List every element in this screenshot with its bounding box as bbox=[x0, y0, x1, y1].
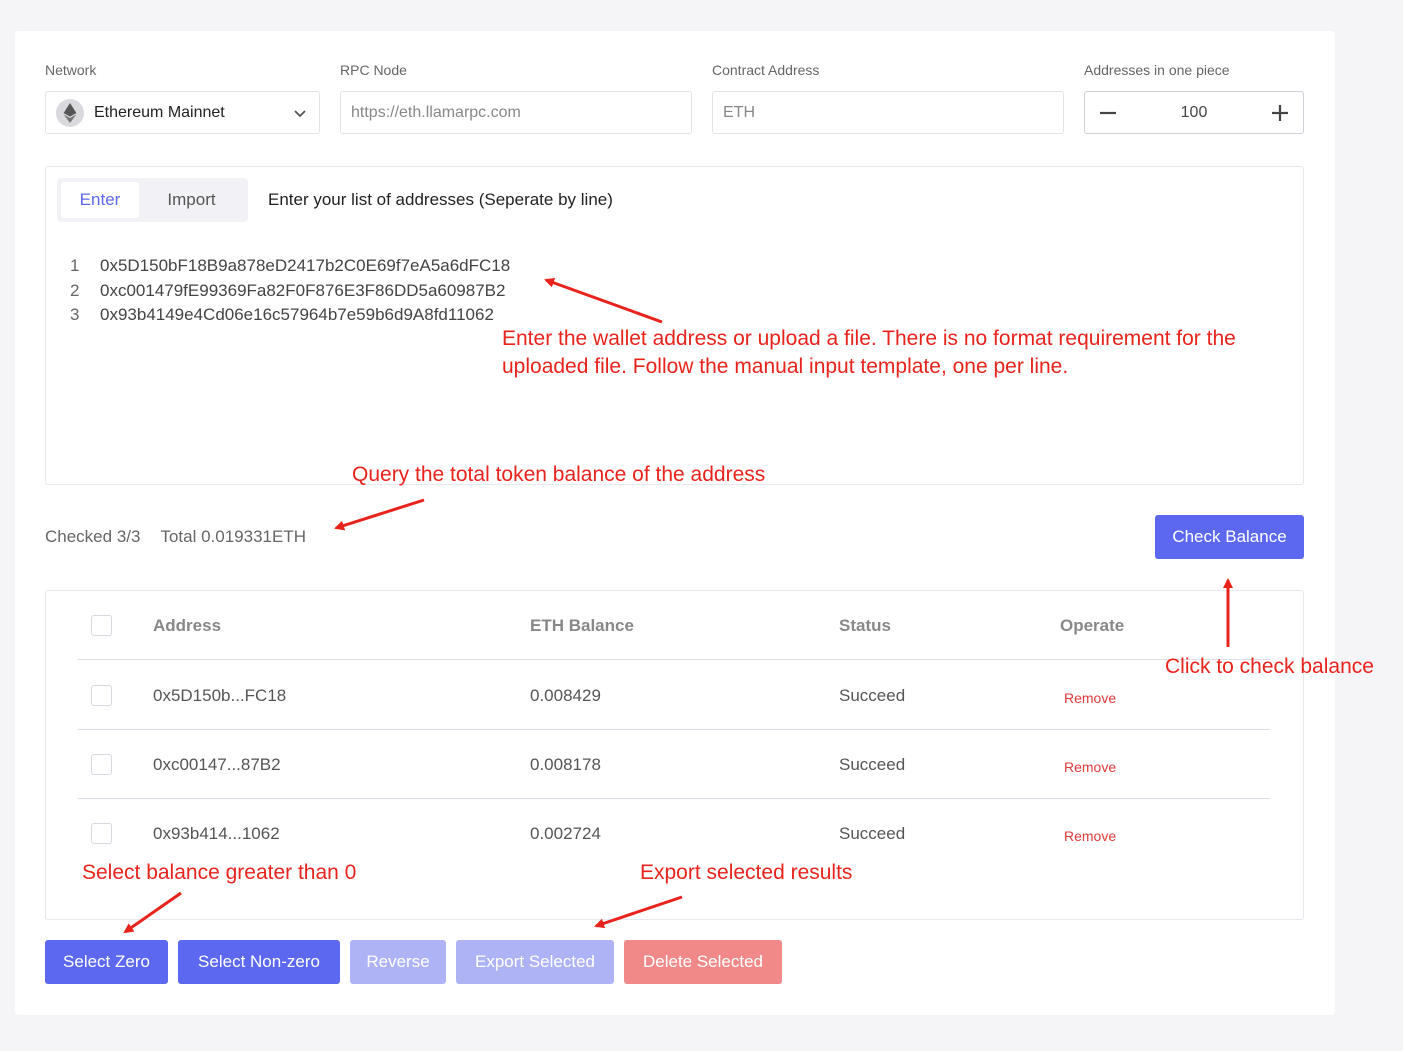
annotation-arrows bbox=[123, 278, 1233, 934]
arrow-icon bbox=[334, 498, 425, 531]
arrow-icon bbox=[594, 895, 683, 929]
arrow-icon bbox=[544, 278, 663, 324]
arrow-icon bbox=[123, 891, 182, 934]
